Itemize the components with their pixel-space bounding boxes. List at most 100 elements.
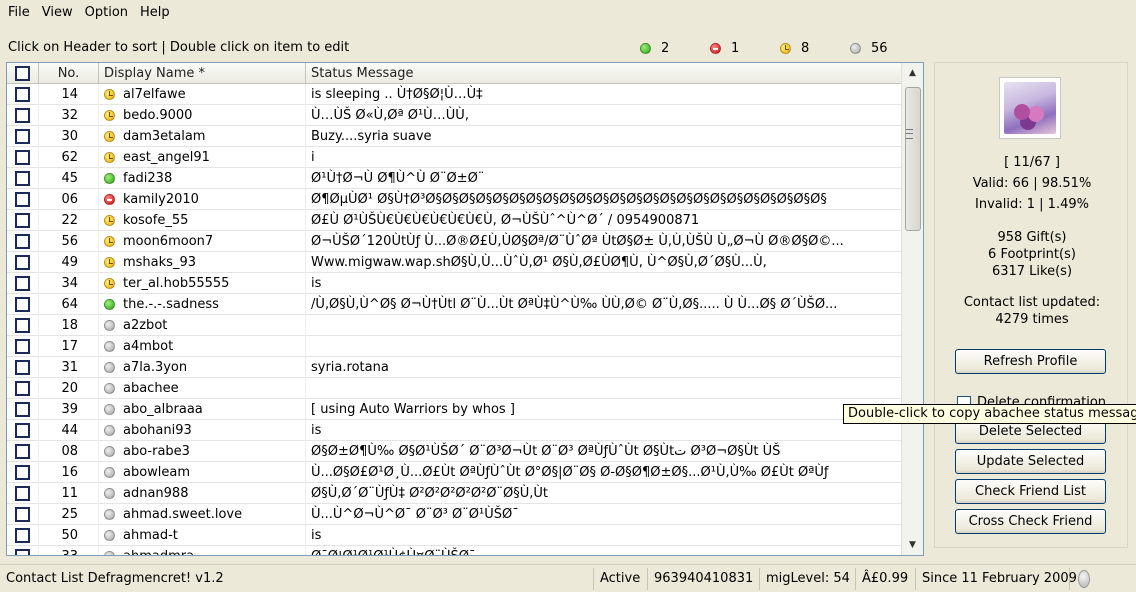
row-checkbox[interactable] [15, 506, 30, 522]
row-display-name[interactable]: mshaks_93 [99, 251, 306, 273]
row-checkbox[interactable] [15, 443, 30, 459]
select-all-header[interactable] [7, 63, 39, 84]
row-display-name[interactable]: fadi238 [99, 167, 306, 189]
row-checkbox[interactable] [15, 485, 30, 501]
scroll-up-icon[interactable]: ▲ [902, 63, 923, 83]
row-status-message[interactable]: is [306, 420, 901, 441]
row-checkbox[interactable] [15, 296, 30, 312]
select-all-checkbox[interactable] [15, 66, 30, 81]
row-display-name[interactable]: the.-.-.sadness [99, 293, 306, 315]
row-status-message[interactable]: is sleeping .. Ù†Ø§Ø¦Ù…Ù‡ [306, 84, 901, 105]
row-status-message[interactable]: Ù…ÙŠ Ø«Ù‚Øª Ø¹Ù…ÙÙ‚ [306, 105, 901, 126]
row-status-message[interactable]: Ø§Ù,Ø´Ø¨ÙƒÙ‡ Ø²Ø²Ø²Ø²Ø²Ø¨Ø§Ù,Ùt [306, 483, 901, 504]
row-display-name[interactable]: ahmadmra [99, 545, 306, 555]
table-row[interactable]: 17 a4mbot [7, 335, 901, 357]
table-row[interactable]: 16 abowleam Ù...Ø§Ø£Ø¹Ø¸Ù...Ø£Ùt ØªÙƒÙˆÙt … [7, 461, 901, 483]
row-checkbox[interactable] [15, 401, 30, 417]
row-checkbox[interactable] [15, 170, 30, 186]
row-status-message[interactable]: Ø¹Ù†Ø¬Ù Ø¶Ù^Ù Ø¨Ø±Ø¨ [306, 168, 901, 189]
table-row[interactable]: 62 east_angel91 i [7, 146, 901, 168]
row-checkbox[interactable] [15, 233, 30, 249]
row-display-name[interactable]: adnan988 [99, 482, 306, 504]
scroll-thumb[interactable] [905, 87, 921, 231]
table-row[interactable]: 33 ahmadmra Ø¯Ø¦Ø¹Ø¹Ø¹Ù¢Ù¤Ø¨ÙŠØ¯ [7, 545, 901, 555]
row-checkbox[interactable] [15, 128, 30, 144]
row-display-name[interactable]: al7elfawe [99, 83, 306, 105]
row-select-cell[interactable] [7, 482, 39, 504]
row-display-name[interactable]: abohani93 [99, 419, 306, 441]
row-checkbox[interactable] [15, 317, 30, 333]
row-checkbox[interactable] [15, 422, 30, 438]
row-select-cell[interactable] [7, 545, 39, 555]
row-status-message[interactable]: Ø¶ØµÙØ¹ Ø§Ù†Ø³Ø§Ø§Ø§Ø§Ø§Ø§Ø§Ø§Ø§Ø§Ø§Ø§Ø§… [306, 189, 901, 210]
menu-help[interactable]: Help [134, 3, 176, 23]
check-friend-list-button[interactable]: Check Friend List [955, 479, 1106, 504]
table-row[interactable]: 18 a2zbot [7, 314, 901, 336]
table-row[interactable]: 32 bedo.9000 Ù…ÙŠ Ø«Ù‚Øª Ø¹Ù…ÙÙ‚ [7, 104, 901, 126]
row-display-name[interactable]: a2zbot [99, 314, 306, 336]
row-display-name[interactable]: abo_albraaa [99, 398, 306, 420]
row-checkbox[interactable] [15, 527, 30, 543]
row-select-cell[interactable] [7, 125, 39, 147]
row-select-cell[interactable] [7, 440, 39, 462]
row-select-cell[interactable] [7, 335, 39, 357]
row-status-message[interactable]: Ø¬ÙŠØ´120ÙtÙƒ Ù...Ø®Ø£Ù,ÙØ§Øª/Ø¨ÙˆØª ÙtØ… [306, 231, 901, 252]
row-select-cell[interactable] [7, 398, 39, 420]
row-checkbox[interactable] [15, 275, 30, 291]
row-display-name[interactable]: bedo.9000 [99, 104, 306, 126]
row-select-cell[interactable] [7, 209, 39, 231]
row-display-name[interactable]: abo-rabe3 [99, 440, 306, 462]
row-select-cell[interactable] [7, 83, 39, 105]
row-status-message[interactable]: /Ù‚Ø§Ù,Ù^Ø§ Ø¬Ù†Ùtا Ø¨Ù...Ùt ØªÙ‡Ù^Ù‰ ÙÙ… [306, 294, 901, 315]
row-display-name[interactable]: ahmad.sweet.love [99, 503, 306, 525]
row-display-name[interactable]: dam3etalam [99, 125, 306, 147]
row-status-message[interactable]: Www.migwaw.wap.shØ§Ù,Ù...ÙˆÙ,Ø¹ Ø§Ù,Ø£ÙØ… [306, 252, 901, 273]
row-display-name[interactable]: a7la.3yon [99, 356, 306, 378]
row-select-cell[interactable] [7, 419, 39, 441]
row-select-cell[interactable] [7, 104, 39, 126]
row-display-name[interactable]: kamily2010 [99, 188, 306, 210]
update-selected-button[interactable]: Update Selected [955, 449, 1106, 474]
cross-check-friend-button[interactable]: Cross Check Friend [955, 509, 1106, 534]
row-display-name[interactable]: abachee [99, 377, 306, 399]
row-status-message[interactable]: [ using Auto Warriors by whos ] [306, 399, 901, 420]
row-status-message[interactable]: Ø£Ù Ø¹ÙŠÙ€Ù€Ù€Ù€Ù€Ù€Ù, Ø¬ÙŠÙˆ^Ù^Ø´ / 095… [306, 210, 901, 231]
refresh-profile-button[interactable]: Refresh Profile [955, 349, 1106, 374]
row-select-cell[interactable] [7, 251, 39, 273]
row-select-cell[interactable] [7, 230, 39, 252]
row-status-message[interactable] [306, 336, 901, 357]
table-row[interactable]: 20 abachee [7, 377, 901, 399]
vertical-scrollbar[interactable]: ▲ ▼ [901, 63, 923, 555]
row-select-cell[interactable] [7, 146, 39, 168]
table-row[interactable]: 49 mshaks_93 Www.migwaw.wap.shØ§Ù,Ù...ÙˆÙ,… [7, 251, 901, 273]
table-row[interactable]: 22 kosofe_55 Ø£Ù Ø¹ÙŠÙ€Ù€Ù€Ù€Ù€Ù€Ù, Ø¬ÙŠÙˆ… [7, 209, 901, 231]
menu-file[interactable]: File [2, 3, 36, 23]
table-row[interactable]: 39 abo_albraaa [ using Auto Warriors by wh… [7, 398, 901, 420]
table-row[interactable]: 45 fadi238 Ø¹Ù†Ø¬Ù Ø¶Ù^Ù Ø¨Ø±Ø¨ [7, 167, 901, 189]
row-checkbox[interactable] [15, 212, 30, 228]
row-select-cell[interactable] [7, 461, 39, 483]
row-status-message[interactable]: i [306, 147, 901, 168]
row-status-message[interactable] [306, 378, 901, 399]
row-select-cell[interactable] [7, 314, 39, 336]
row-checkbox[interactable] [15, 149, 30, 165]
row-status-message[interactable]: is [306, 273, 901, 294]
table-row[interactable]: 25 ahmad.sweet.love Ù...Ù^Ø¬Ù^Ø¯ Ø¨Ø³ Ø¨Ø¹… [7, 503, 901, 525]
row-display-name[interactable]: a4mbot [99, 335, 306, 357]
status-message-column-header[interactable]: Status Message [306, 63, 901, 84]
display-name-column-header[interactable]: Display Name * [99, 63, 306, 84]
row-select-cell[interactable] [7, 293, 39, 315]
row-checkbox[interactable] [15, 548, 30, 555]
table-row[interactable]: 50 ahmad-t is [7, 524, 901, 546]
table-row[interactable]: 31 a7la.3yon syria.rotana [7, 356, 901, 378]
menu-view[interactable]: View [36, 3, 79, 23]
row-checkbox[interactable] [15, 86, 30, 102]
table-row[interactable]: 56 moon6moon7 Ø¬ÙŠØ´120ÙtÙƒ Ù...Ø®Ø£Ù,ÙØ§Ø… [7, 230, 901, 252]
row-checkbox[interactable] [15, 380, 30, 396]
menu-option[interactable]: Option [79, 3, 134, 23]
row-status-message[interactable] [306, 315, 901, 336]
row-status-message[interactable]: Ù...Ù^Ø¬Ù^Ø¯ Ø¨Ø³ Ø¨Ø¹ÙŠØ¯ [306, 504, 901, 525]
row-select-cell[interactable] [7, 503, 39, 525]
row-checkbox[interactable] [15, 107, 30, 123]
row-select-cell[interactable] [7, 272, 39, 294]
